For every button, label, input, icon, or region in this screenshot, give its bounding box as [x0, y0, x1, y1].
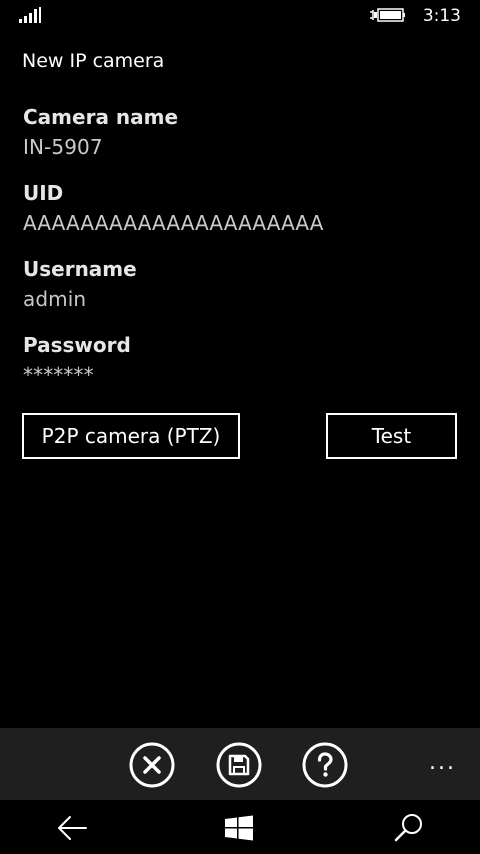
- camera-name-value[interactable]: IN-5907: [23, 134, 463, 160]
- camera-name-label: Camera name: [23, 105, 179, 129]
- navigation-bar: [0, 800, 480, 854]
- battery-charging-icon: [370, 8, 405, 22]
- password-value[interactable]: *******: [23, 362, 463, 388]
- cancel-icon[interactable]: [129, 742, 175, 788]
- test-button[interactable]: Test: [326, 413, 457, 459]
- password-label: Password: [23, 333, 131, 357]
- page-title: New IP camera: [22, 50, 165, 72]
- windows-start-icon[interactable]: [222, 811, 256, 845]
- back-arrow-icon[interactable]: [55, 811, 89, 845]
- uid-label: UID: [23, 181, 64, 205]
- signal-strength-icon: [19, 7, 41, 23]
- camera-name-field[interactable]: Camera name IN-5907: [23, 104, 463, 160]
- help-icon[interactable]: [302, 742, 348, 788]
- uid-field[interactable]: UID AAAAAAAAAAAAAAAAAAAAA: [23, 180, 463, 236]
- password-field[interactable]: Password *******: [23, 332, 463, 388]
- uid-value[interactable]: AAAAAAAAAAAAAAAAAAAAA: [23, 210, 463, 236]
- save-icon[interactable]: [216, 742, 262, 788]
- app-bar: ...: [0, 728, 480, 800]
- status-bar: 3:13: [0, 0, 480, 34]
- username-label: Username: [23, 257, 137, 281]
- username-value[interactable]: admin: [23, 286, 463, 312]
- status-clock: 3:13: [422, 6, 461, 26]
- camera-type-button[interactable]: P2P camera (PTZ): [22, 413, 240, 459]
- username-field[interactable]: Username admin: [23, 256, 463, 312]
- search-icon[interactable]: [392, 811, 426, 845]
- more-options-button[interactable]: ...: [429, 750, 456, 775]
